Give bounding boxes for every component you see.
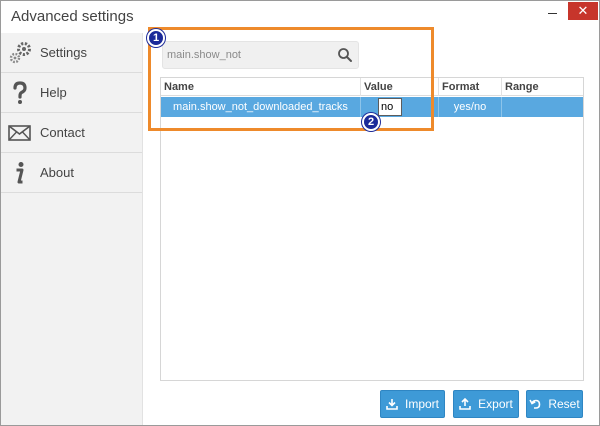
annotation-marker-1: 1 <box>147 29 165 47</box>
sidebar: Settings Help Contact About <box>1 33 143 425</box>
undo-icon <box>529 398 541 410</box>
cell-format: yes/no <box>439 97 502 117</box>
import-button[interactable]: Import <box>380 390 445 418</box>
sidebar-item-help[interactable]: Help <box>1 73 142 113</box>
settings-content: Name Value Format Range main.show_not_do… <box>143 33 599 425</box>
close-button[interactable]: ✕ <box>568 2 598 20</box>
sidebar-item-about[interactable]: About <box>1 153 142 193</box>
column-header-value[interactable]: Value <box>361 78 439 96</box>
gear-icon <box>7 40 33 66</box>
search-box <box>162 41 359 69</box>
cell-range <box>502 97 583 117</box>
title-bar: Advanced settings ✕ <box>1 1 599 33</box>
import-label: Import <box>404 397 439 411</box>
reset-label: Reset <box>548 397 580 411</box>
sidebar-item-label: Contact <box>40 125 85 140</box>
column-header-name[interactable]: Name <box>161 78 361 96</box>
export-button[interactable]: Export <box>453 390 519 418</box>
cell-name: main.show_not_downloaded_tracks <box>161 97 361 117</box>
annotation-marker-2: 2 <box>362 113 380 131</box>
close-icon: ✕ <box>577 3 589 18</box>
sidebar-item-label: About <box>40 165 74 180</box>
import-icon <box>386 398 398 410</box>
search-icon[interactable] <box>337 47 353 63</box>
table-header: Name Value Format Range <box>161 78 583 96</box>
export-icon <box>459 398 471 410</box>
minimize-button[interactable] <box>543 3 563 19</box>
column-header-format[interactable]: Format <box>439 78 502 96</box>
envelope-icon <box>7 120 33 146</box>
search-input[interactable] <box>167 46 329 64</box>
column-header-range[interactable]: Range <box>502 78 583 96</box>
sidebar-item-label: Settings <box>40 45 87 60</box>
sidebar-item-contact[interactable]: Contact <box>1 113 142 153</box>
question-icon <box>7 80 33 106</box>
export-label: Export <box>478 397 513 411</box>
reset-button[interactable]: Reset <box>526 390 583 418</box>
value-editor-input[interactable] <box>378 98 402 116</box>
sidebar-item-settings[interactable]: Settings <box>1 33 142 73</box>
advanced-settings-window: Advanced settings ✕ Settings Help Contac… <box>0 0 600 426</box>
window-title: Advanced settings <box>11 8 134 25</box>
sidebar-item-label: Help <box>40 85 67 100</box>
info-icon <box>7 160 33 186</box>
